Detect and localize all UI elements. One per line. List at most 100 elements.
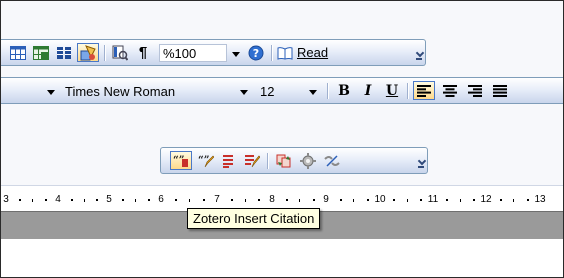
font-size-combo[interactable]: 12: [260, 82, 304, 100]
ruler-dot: [473, 199, 475, 201]
insert-table-icon[interactable]: [8, 43, 28, 62]
font-size-dropdown-arrow-icon[interactable]: [309, 90, 317, 95]
ruler-dot: [258, 199, 260, 201]
align-left-button[interactable]: [413, 81, 435, 100]
toolbar-separator: [407, 83, 409, 99]
read-label: Read: [297, 45, 329, 60]
read-button[interactable]: Read: [277, 43, 337, 62]
style-dropdown-arrow-icon[interactable]: [47, 90, 55, 95]
ruler-tick: [32, 199, 33, 202]
zotero-document-preferences-button[interactable]: [298, 151, 318, 170]
tooltip: Zotero Insert Citation: [187, 208, 321, 229]
ruler-tick: [245, 199, 246, 202]
align-right-icon: [468, 84, 482, 97]
zoom-dropdown-arrow-icon[interactable]: [232, 52, 240, 57]
ruler-label: 3: [3, 194, 9, 205]
columns-icon[interactable]: [54, 43, 74, 62]
ruler-dot: [71, 199, 73, 201]
ruler-tick: [84, 199, 85, 202]
ruler-dot: [231, 199, 233, 201]
show-hide-paragraph-icon[interactable]: ¶: [133, 43, 153, 62]
zotero-edit-citation-button[interactable]: “”: [196, 151, 216, 170]
refresh-icon: [276, 154, 291, 167]
toolbar-separator: [104, 45, 106, 61]
bold-label: B: [338, 82, 350, 99]
help-icon[interactable]: ?: [246, 43, 266, 62]
font-name-dropdown-arrow-icon[interactable]: [240, 90, 248, 95]
ruler-label: 7: [214, 194, 220, 205]
toolbar-separator: [327, 83, 329, 99]
insert-citation-icon: “”: [173, 155, 188, 167]
ruler-tick: [135, 199, 136, 202]
zotero-insert-bibliography-button[interactable]: [219, 151, 239, 170]
ruler-dot: [19, 199, 21, 201]
ruler-label: 13: [534, 194, 546, 205]
ruler-dot: [148, 199, 150, 201]
word-window: ¶ %100 ? Read Times New Roman 12 B I U “…: [0, 0, 564, 278]
ruler-dot: [122, 199, 124, 201]
ruler-label: 4: [55, 194, 61, 205]
ruler-dot: [527, 199, 529, 201]
italic-button[interactable]: I: [358, 81, 378, 100]
drawing-icon[interactable]: [77, 43, 99, 62]
insert-excel-worksheet-icon[interactable]: [31, 43, 51, 62]
font-name-combo[interactable]: Times New Roman: [65, 82, 235, 100]
justify-icon: [493, 84, 507, 97]
ruler-tick: [189, 199, 190, 202]
toolbar-separator: [271, 45, 273, 61]
ruler-tick: [353, 199, 354, 202]
zotero-refresh-button[interactable]: [274, 151, 294, 170]
svg-text:?: ?: [253, 47, 259, 60]
zotero-toolbar: “” “”: [160, 147, 428, 174]
justify-button[interactable]: [490, 81, 510, 100]
ruler-dot: [96, 199, 98, 201]
paragraph-mark-glyph: ¶: [138, 44, 148, 61]
standard-toolbar: ¶ %100 ? Read: [1, 39, 426, 66]
underline-label: U: [385, 82, 399, 99]
bold-button[interactable]: B: [334, 81, 354, 100]
font-name-value: Times New Roman: [65, 83, 176, 99]
document-map-icon[interactable]: [110, 43, 130, 62]
ruler-dot: [420, 199, 422, 201]
ruler-label: 6: [158, 194, 164, 205]
zoom-value: %100: [163, 45, 197, 61]
edit-bibliography-icon: [245, 154, 260, 167]
center-button[interactable]: [440, 81, 460, 100]
toolbar-options-handle[interactable]: [415, 46, 423, 60]
open-book-icon: [277, 46, 293, 60]
zotero-unlink-citations-button[interactable]: [322, 151, 342, 170]
ruler-label: 12: [480, 194, 492, 205]
zotero-insert-citation-button[interactable]: “”: [170, 151, 192, 170]
edit-citation-icon: “”: [198, 155, 214, 167]
ruler-dot: [175, 199, 177, 201]
ruler-label: 5: [106, 194, 112, 205]
underline-button[interactable]: U: [382, 81, 402, 100]
ruler-label: 11: [427, 194, 439, 205]
ruler-dot: [367, 199, 369, 201]
ruler-dot: [340, 199, 342, 201]
ruler-dot: [45, 199, 47, 201]
align-right-button[interactable]: [465, 81, 485, 100]
ruler-tick: [299, 199, 300, 202]
toolbar-options-handle[interactable]: [417, 154, 425, 168]
ruler-label: 8: [269, 194, 275, 205]
font-size-value: 12: [260, 83, 275, 99]
svg-text:“”: “”: [198, 155, 210, 166]
ruler-tick: [460, 199, 461, 202]
insert-bibliography-icon: [223, 154, 233, 168]
ruler-dot: [286, 199, 288, 201]
align-left-icon: [417, 84, 431, 97]
ruler-dot: [446, 199, 448, 201]
zotero-edit-bibliography-button[interactable]: [242, 151, 262, 170]
ruler-label: 10: [374, 194, 386, 205]
ruler-dot: [203, 199, 205, 201]
document-page[interactable]: [1, 239, 563, 277]
ruler-dot: [313, 199, 315, 201]
zoom-combo[interactable]: %100: [159, 44, 227, 62]
italic-label: I: [364, 82, 372, 99]
ruler-tick: [407, 199, 408, 202]
toolbar-separator: [267, 153, 269, 169]
ruler-tick: [513, 199, 514, 202]
ruler-dot: [500, 199, 502, 201]
unlink-icon: [324, 154, 340, 167]
